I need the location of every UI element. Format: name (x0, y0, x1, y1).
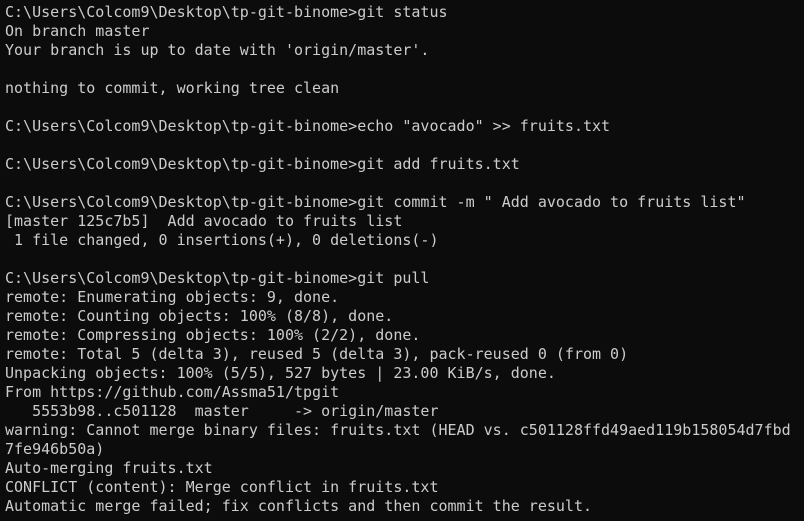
output-line: Your branch is up to date with 'origin/m… (5, 41, 430, 59)
merge-failed-line: Automatic merge failed; fix conflicts an… (5, 497, 592, 515)
output-line: remote: Total 5 (delta 3), reused 5 (del… (5, 345, 629, 363)
prompt-git-status: C:\Users\Colcom9\Desktop\tp-git-binome>g… (5, 3, 448, 21)
terminal-output[interactable]: C:\Users\Colcom9\Desktop\tp-git-binome>g… (0, 0, 804, 521)
output-line: remote: Counting objects: 100% (8/8), do… (5, 307, 394, 325)
prompt-git-add: C:\Users\Colcom9\Desktop\tp-git-binome>g… (5, 155, 520, 173)
prompt-git-pull: C:\Users\Colcom9\Desktop\tp-git-binome>g… (5, 269, 430, 287)
warning-line: warning: Cannot merge binary files: frui… (5, 421, 791, 439)
output-line: On branch master (5, 22, 150, 40)
output-line: remote: Compressing objects: 100% (2/2),… (5, 326, 421, 344)
output-line: Unpacking objects: 100% (5/5), 527 bytes… (5, 364, 556, 382)
warning-line-continued: 7fe946b50a) (5, 440, 105, 458)
output-line: Auto-merging fruits.txt (5, 459, 213, 477)
prompt-git-commit: C:\Users\Colcom9\Desktop\tp-git-binome>g… (5, 193, 746, 211)
prompt-echo: C:\Users\Colcom9\Desktop\tp-git-binome>e… (5, 117, 611, 135)
output-line: nothing to commit, working tree clean (5, 79, 340, 97)
output-line: [master 125c7b5] Add avocado to fruits l… (5, 212, 403, 230)
output-line: 1 file changed, 0 insertions(+), 0 delet… (5, 231, 439, 249)
output-line: remote: Enumerating objects: 9, done. (5, 288, 340, 306)
conflict-line: CONFLICT (content): Merge conflict in fr… (5, 478, 439, 496)
output-line: From https://github.com/Assma51/tpgit (5, 383, 340, 401)
output-line: 5553b98..c501128 master -> origin/master (5, 402, 439, 420)
